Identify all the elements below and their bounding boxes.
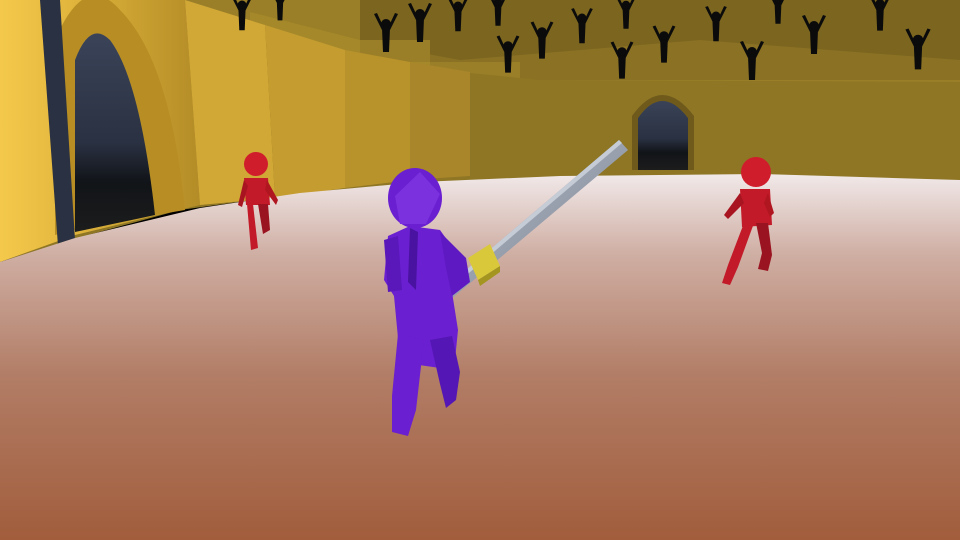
arena-scene — [0, 0, 960, 540]
enemy-head — [741, 157, 771, 187]
wall-segment-2 — [265, 25, 345, 198]
enemy-head — [244, 152, 268, 176]
arena-floor — [0, 174, 960, 540]
wall-segment-3 — [345, 50, 410, 188]
far-archway — [638, 100, 688, 170]
wall-segment-4 — [410, 62, 470, 180]
game-viewport[interactable] — [0, 0, 960, 540]
